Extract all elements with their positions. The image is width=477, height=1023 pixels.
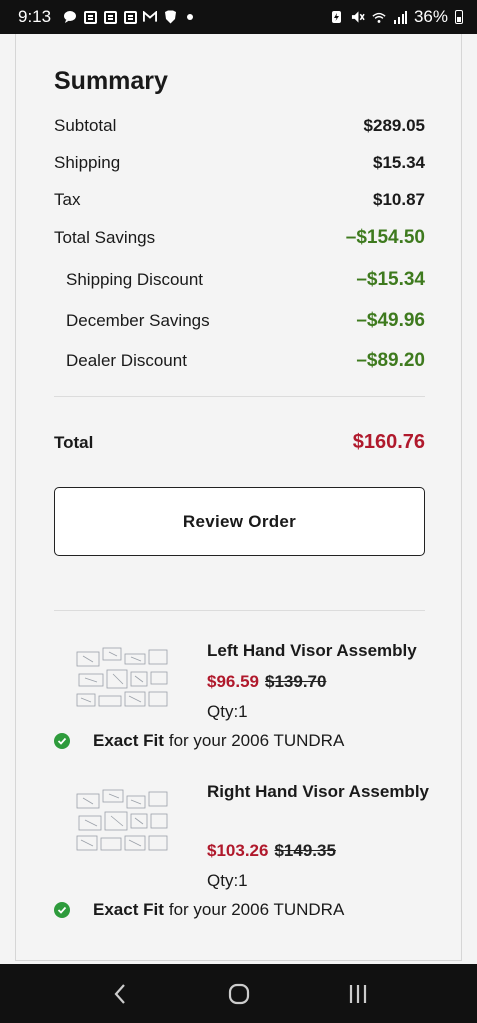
review-order-button[interactable]: Review Order <box>54 487 425 556</box>
item-price: $103.26 $149.35 <box>207 841 336 861</box>
news-icon <box>123 10 137 24</box>
shipping-value: $15.34 <box>373 153 425 172</box>
recent-apps-icon <box>349 984 366 1003</box>
wifi-icon <box>372 10 386 24</box>
original-price: $149.35 <box>274 841 336 860</box>
item-price: $96.59 $139.70 <box>207 672 326 692</box>
total-value: $160.76 <box>352 431 425 453</box>
fit-vehicle-text: for your 2006 TUNDRA <box>168 900 345 919</box>
item-name[interactable]: Left Hand Visor Assembly <box>207 637 432 665</box>
home-icon <box>228 983 249 1004</box>
exact-fit-label: Exact Fit <box>93 900 164 919</box>
battery-percent: 36% <box>413 7 448 26</box>
signal-icon <box>393 10 407 24</box>
divider <box>54 610 425 611</box>
total-savings-value: –$154.50 <box>345 227 425 248</box>
total-savings-row: Total Savings –$154.50 <box>54 227 425 249</box>
shipping-discount-value: –$15.34 <box>356 269 425 290</box>
subtotal-label: Subtotal <box>54 116 117 135</box>
status-bar: 9:13 36% <box>0 0 477 34</box>
tax-label: Tax <box>54 190 81 209</box>
order-summary-card: Summary Subtotal $289.05 Shipping $15.34… <box>15 34 462 961</box>
subtotal-row: Subtotal $289.05 <box>54 116 425 136</box>
fit-vehicle-text: for your 2006 TUNDRA <box>168 731 345 750</box>
home-button[interactable] <box>219 974 259 1014</box>
dot-icon <box>183 10 197 24</box>
shipping-label: Shipping <box>54 153 121 172</box>
subtotal-value: $289.05 <box>363 116 425 135</box>
sale-price: $96.59 <box>207 672 259 691</box>
system-nav-bar <box>0 964 477 1023</box>
december-savings-value: –$49.96 <box>356 310 425 331</box>
shipping-discount-row: Shipping Discount –$15.34 <box>54 269 425 291</box>
check-circle-icon <box>54 902 70 918</box>
sale-price: $103.26 <box>207 841 269 860</box>
recent-apps-button[interactable] <box>338 974 378 1014</box>
status-time: 9:13 <box>18 7 52 26</box>
total-row: Total $160.76 <box>54 431 425 454</box>
battery-saver-icon <box>330 10 344 24</box>
summary-title: Summary <box>54 67 168 95</box>
item-name[interactable]: Right Hand Visor Assembly <box>207 778 432 806</box>
december-savings-label: December Savings <box>66 311 210 330</box>
gmail-icon <box>143 10 158 24</box>
dealer-discount-value: –$89.20 <box>356 350 425 371</box>
mute-icon <box>351 10 365 24</box>
chat-icon <box>63 10 77 24</box>
fitment-note: Exact Fit for your 2006 TUNDRA <box>54 731 344 751</box>
battery-icon <box>455 10 463 24</box>
check-circle-icon <box>54 733 70 749</box>
fitment-note: Exact Fit for your 2006 TUNDRA <box>54 900 344 920</box>
brave-browser-icon <box>163 10 177 24</box>
dealer-discount-label: Dealer Discount <box>66 351 187 370</box>
item-quantity: Qty:1 <box>207 702 248 721</box>
product-thumbnail[interactable] <box>73 642 173 714</box>
item-quantity: Qty:1 <box>207 871 248 890</box>
shipping-discount-label: Shipping Discount <box>66 270 204 289</box>
news-icon <box>83 10 97 24</box>
back-icon <box>114 983 125 1004</box>
tax-value: $10.87 <box>373 190 425 209</box>
exact-fit-label: Exact Fit <box>93 731 164 750</box>
dealer-discount-row: Dealer Discount –$89.20 <box>54 350 425 372</box>
total-label: Total <box>54 432 94 452</box>
news-icon <box>103 10 117 24</box>
divider <box>54 396 425 397</box>
december-savings-row: December Savings –$49.96 <box>54 310 425 332</box>
product-thumbnail[interactable] <box>73 786 173 858</box>
tax-row: Tax $10.87 <box>54 190 425 210</box>
shipping-row: Shipping $15.34 <box>54 153 425 173</box>
original-price: $139.70 <box>265 672 327 691</box>
back-button[interactable] <box>100 974 140 1014</box>
total-savings-label: Total Savings <box>54 228 156 247</box>
